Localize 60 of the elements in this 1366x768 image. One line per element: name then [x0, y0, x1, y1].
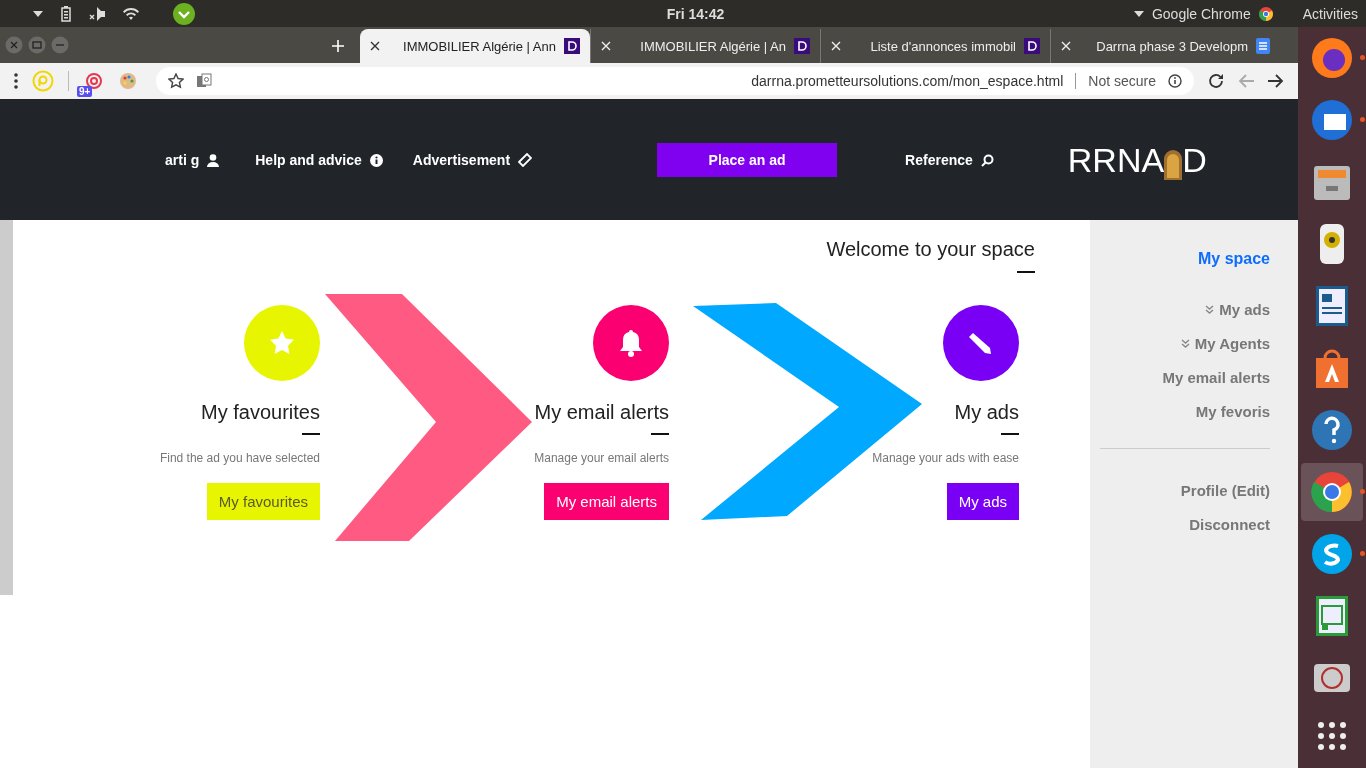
dropdown-caret-icon[interactable] — [33, 10, 43, 17]
app-grid-icon[interactable] — [1317, 721, 1347, 751]
chrome-icon — [1258, 6, 1273, 21]
activities-button[interactable]: Activities — [1302, 5, 1358, 22]
scrollbar[interactable] — [0, 220, 13, 595]
speaker-muted-icon[interactable] — [89, 6, 105, 21]
nav-link[interactable]: Advertisement — [412, 152, 511, 168]
page-title: Welcome to your space — [826, 238, 1035, 261]
card-button[interactable]: My favourites — [206, 483, 320, 520]
sidebar-item[interactable]: My ads — [1219, 300, 1270, 318]
caret-icon[interactable] — [1133, 10, 1144, 17]
sidebar-item[interactable]: My fevoris — [1195, 402, 1270, 420]
logo-text[interactable]: RRNA — [1067, 140, 1165, 180]
user-icon[interactable] — [207, 153, 220, 167]
card-button[interactable]: My email alerts — [544, 483, 669, 520]
card-button[interactable]: My ads — [946, 483, 1019, 520]
wifi-icon[interactable] — [123, 7, 139, 20]
card-title: My favourites — [201, 401, 320, 424]
notification-badge: 9+ — [77, 86, 93, 97]
document-icon — [1256, 38, 1270, 54]
sidebar-item[interactable]: My email alerts — [1162, 368, 1270, 386]
nav-link[interactable]: Help and advice — [255, 152, 362, 168]
ticket-icon[interactable] — [518, 153, 533, 167]
place-ad-button[interactable]: Place an ad — [657, 143, 838, 177]
star-icon[interactable] — [168, 73, 184, 89]
nav-link[interactable]: Reference — [905, 152, 973, 168]
dock-app-icon[interactable] — [1301, 463, 1363, 521]
nav-link[interactable]: arti g — [165, 152, 200, 168]
reload-icon[interactable] — [1208, 73, 1224, 89]
translate-icon[interactable] — [196, 73, 212, 89]
card-description: Manage your email alerts — [534, 451, 669, 465]
clock[interactable]: Fri 14:42 — [666, 5, 725, 22]
info-icon[interactable] — [369, 153, 383, 167]
site-favicon-icon — [1024, 38, 1040, 54]
battery-icon[interactable] — [61, 5, 71, 22]
address-bar[interactable]: darrna.prometteursolutions.com/mon_espace.html Not secure — [156, 67, 1194, 95]
close-icon[interactable] — [370, 41, 380, 51]
checkmark-badge-icon[interactable] — [173, 2, 195, 25]
arrow-right-icon[interactable] — [1268, 74, 1284, 88]
double-chevron-icon[interactable] — [1205, 304, 1215, 314]
site-favicon-icon — [794, 38, 810, 54]
palette-icon[interactable] — [119, 72, 137, 90]
card-description: Find the ad you have selected — [159, 451, 320, 465]
sidebar-item[interactable]: My Agents — [1194, 334, 1270, 352]
browser-tab[interactable]: IMMOBILIER Algérie | Ann — [360, 29, 590, 63]
card-title: My ads — [954, 401, 1019, 424]
card-description: Manage your ads with ease — [872, 451, 1019, 465]
app-menu[interactable]: Google Chrome — [1151, 5, 1251, 22]
info-icon[interactable] — [1168, 74, 1182, 88]
menu-icon[interactable] — [14, 73, 18, 89]
sidebar-heading[interactable]: My space — [1197, 250, 1270, 268]
new-tab-icon[interactable] — [332, 40, 344, 52]
double-chevron-icon[interactable] — [1180, 338, 1190, 348]
door-icon — [1164, 149, 1183, 180]
sidebar-item[interactable]: Profile (Edit) — [1180, 481, 1270, 499]
card-title: My email alerts — [534, 401, 669, 424]
site-favicon-icon — [564, 38, 580, 54]
sidebar-item[interactable]: Disconnect — [1189, 515, 1270, 533]
search-icon[interactable] — [980, 153, 994, 167]
logo-text[interactable]: D — [1182, 140, 1207, 180]
